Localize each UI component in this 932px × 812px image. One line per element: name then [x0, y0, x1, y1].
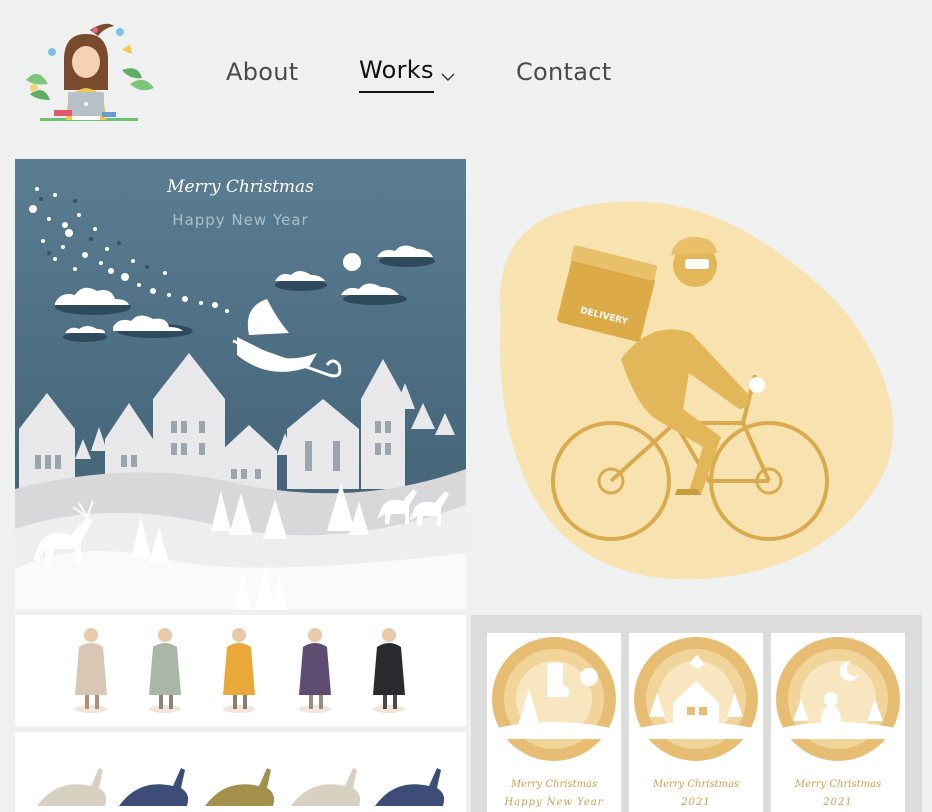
nav-contact[interactable]: Contact	[516, 58, 611, 86]
card-subtitle: 2021	[823, 797, 853, 808]
card-greeting: Merry Christmas	[794, 779, 882, 790]
hares-artwork	[37, 768, 445, 806]
card-moon-artwork	[776, 637, 900, 761]
gallery-tile-christmas-night[interactable]: Merry Christmas Happy New Year	[15, 159, 466, 610]
christmas-card: Merry Christmas 2021	[771, 633, 905, 812]
delivery-courier-artwork: DELIVERY	[499, 201, 894, 580]
card-subtitle: Happy New Year	[504, 797, 604, 808]
site-header: About Works Contact	[0, 0, 932, 140]
nav-works-underline	[359, 91, 434, 93]
christmas-greeting: Merry Christmas	[167, 177, 314, 197]
logo-illustration-icon[interactable]	[16, 22, 162, 124]
gallery-tile-delivery-courier[interactable]: DELIVERY	[471, 159, 922, 610]
card-greeting: Merry Christmas	[510, 779, 598, 790]
gallery-tile-women-coats[interactable]	[15, 615, 466, 726]
card-ornament-artwork	[492, 637, 616, 761]
nav-works[interactable]: Works	[359, 56, 434, 93]
nav-works-label: Works	[359, 56, 434, 84]
christmas-card: Merry Christmas 2021	[629, 633, 763, 812]
card-greeting: Merry Christmas	[652, 779, 740, 790]
nav-about[interactable]: About	[226, 58, 298, 86]
chevron-down-icon[interactable]	[441, 72, 455, 82]
gallery-tile-hares[interactable]	[15, 732, 466, 812]
card-subtitle: 2021	[681, 797, 711, 808]
new-year-greeting: Happy New Year	[172, 211, 309, 229]
gallery-tile-christmas-cards[interactable]: Merry Christmas Happy New Year Merry Chr…	[471, 615, 922, 812]
christmas-card: Merry Christmas Happy New Year	[487, 633, 621, 812]
card-house-artwork	[634, 637, 758, 761]
women-coats-artwork	[75, 628, 405, 713]
